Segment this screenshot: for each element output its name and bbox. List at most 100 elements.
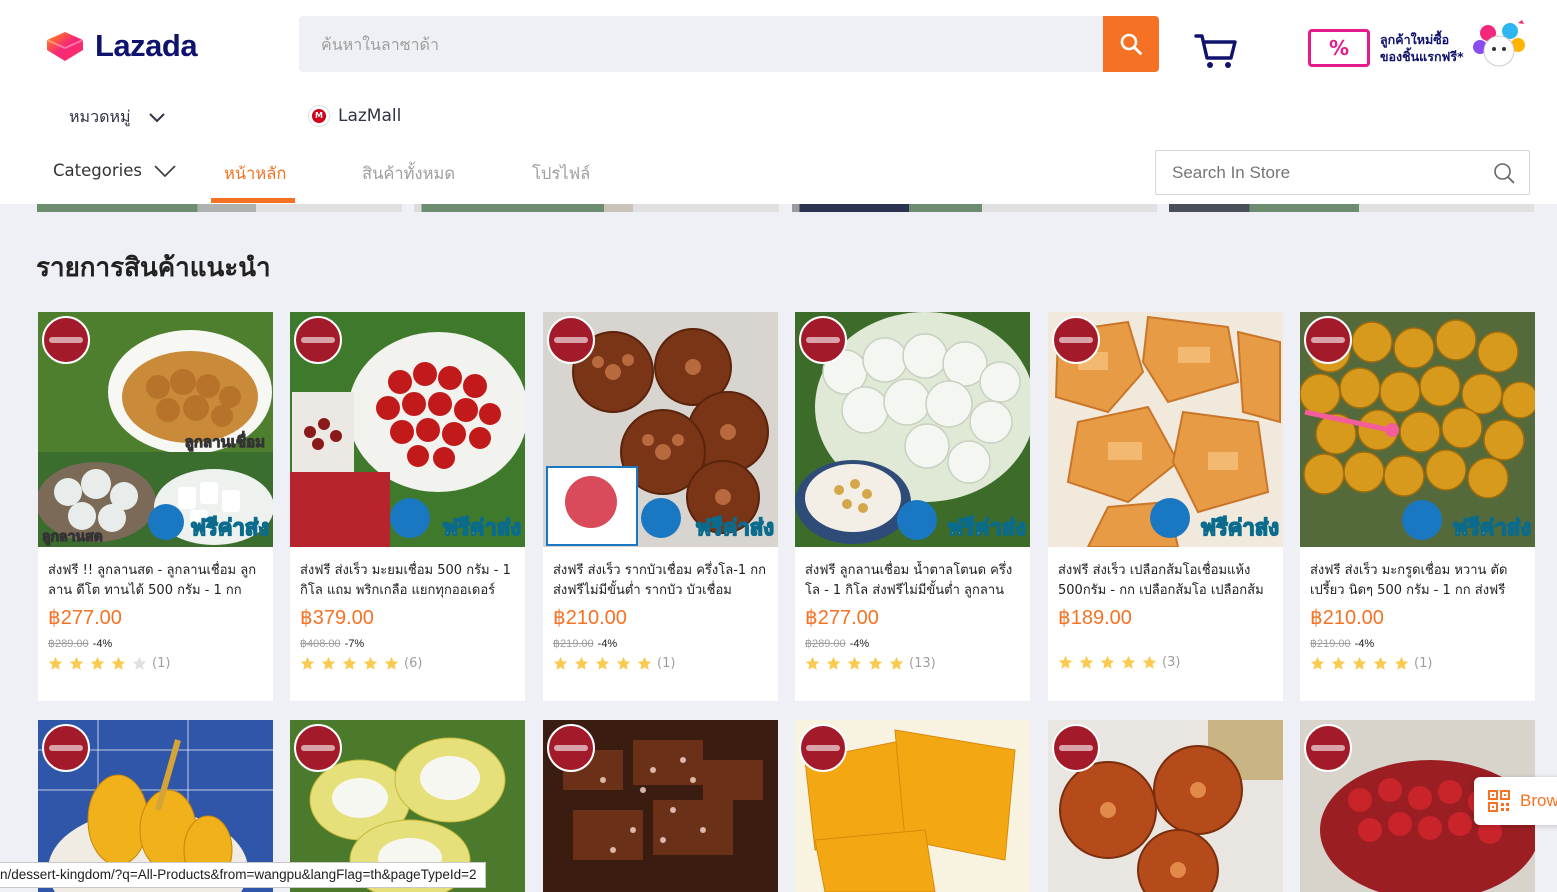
star-icon — [1331, 656, 1346, 670]
shop-logo-badge — [799, 316, 847, 364]
product-card[interactable]: ฟรีค่าส่ง ส่งฟรี ลูกลานเชื่อม น้ำตาลโตนด… — [795, 312, 1030, 701]
product-price: ฿210.00 — [1310, 607, 1384, 629]
original-price-row: ฿408.00 -7% — [300, 637, 515, 650]
original-price-row: ฿219.00 -4% — [1310, 637, 1525, 650]
product-card[interactable]: ฟรีค่าส่ง ส่งฟรี ส่งเร็ว รากบัวเชื่อม คร… — [543, 312, 778, 701]
store-search-field[interactable] — [1155, 150, 1530, 195]
categories-dropdown[interactable]: หมวดหมู่ — [69, 105, 165, 130]
lazmall-link[interactable]: M LazMall — [308, 105, 401, 127]
star-icon — [132, 656, 147, 670]
original-price: ฿289.00 — [48, 638, 89, 650]
product-image[interactable]: ฟรีค่าส่ง — [1048, 312, 1283, 547]
product-price: ฿277.00 — [48, 607, 122, 629]
star-icon — [342, 656, 357, 670]
shop-logo-badge — [1304, 316, 1352, 364]
product-card[interactable] — [795, 720, 1030, 892]
product-card[interactable] — [543, 720, 778, 892]
product-card[interactable]: ฟรีค่าส่ง ส่งฟรี ส่งเร็ว มะกรูดเชื่อม หว… — [1300, 312, 1535, 701]
rating-row: (6) — [300, 656, 515, 671]
image-caption: ลูกลานสด — [42, 529, 104, 546]
shop-logo-text-bar — [49, 745, 83, 751]
chevron-down-icon — [148, 112, 165, 122]
original-price: ฿219.00 — [553, 638, 594, 650]
shop-logo-text-bar — [806, 745, 840, 751]
banner-strip — [1169, 204, 1534, 212]
free-shipping-label: ฟรีค่าส่ง — [1200, 515, 1280, 542]
categories-label: หมวดหมู่ — [69, 107, 131, 126]
tab-profile[interactable]: โปรไฟล์ — [532, 161, 590, 187]
product-price: ฿379.00 — [300, 607, 374, 629]
search-field[interactable] — [299, 16, 1103, 72]
star-icon — [1394, 656, 1409, 670]
product-title[interactable]: ส่งฟรี ส่งเร็ว รากบัวเชื่อม ครึ่งโล-1 กก… — [553, 561, 768, 601]
image-caption: ลูกลานเชื่อม — [184, 433, 265, 452]
shop-logo-badge — [1052, 316, 1100, 364]
discount-percent: -7% — [344, 638, 365, 650]
search-input[interactable] — [299, 16, 1103, 72]
star-icon — [321, 656, 336, 670]
star-rating — [1310, 656, 1409, 671]
product-image[interactable]: ลูกลานเชื่อม ลูกลานสด ฟรีค่าส่ง — [38, 312, 273, 547]
star-icon — [111, 656, 126, 670]
product-title[interactable]: ส่งฟรี ลูกลานเชื่อม น้ำตาลโตนด ครึ่งโล -… — [805, 561, 1020, 601]
product-card[interactable] — [1048, 720, 1283, 892]
shop-logo-badge — [799, 724, 847, 772]
tab-all-products[interactable]: สินค้าทั้งหมด — [362, 161, 455, 187]
shop-logo-text-bar — [1059, 745, 1093, 751]
star-icon — [1058, 655, 1073, 669]
lazada-logo[interactable]: Lazada — [43, 28, 198, 64]
promo-text: ลูกค้าใหม่ซื้อ ของชิ้นแรกฟรี* — [1380, 31, 1470, 65]
product-title[interactable]: ส่งฟรี ส่งเร็ว มะกรูดเชื่อม หวาน ตัดเปรี… — [1310, 561, 1525, 601]
status-bar-url: n/dessert-kingdom/?q=All-Products&from=w… — [0, 862, 486, 888]
discount-percent: -4% — [597, 638, 618, 650]
shop-logo-text-bar — [554, 337, 588, 343]
product-card[interactable]: ฟรีค่าส่ง ส่งฟรี ส่งเร็ว เปลือกส้มโอเชื่… — [1048, 312, 1283, 701]
shop-logo-text-bar — [301, 745, 335, 751]
star-icon — [868, 656, 883, 670]
product-title[interactable]: ส่งฟรี !! ลูกลานสด - ลูกลานเชื่อม ลูกลาน… — [48, 561, 263, 601]
logo-text: Lazada — [95, 28, 198, 63]
tab-home[interactable]: หน้าหลัก — [224, 161, 286, 187]
banner-strip — [792, 204, 1157, 212]
search-button[interactable] — [1103, 16, 1159, 72]
banner-strip — [414, 204, 779, 212]
product-title[interactable]: ส่งฟรี ส่งเร็ว เปลือกส้มโอเชื่อมแห้ง 500… — [1058, 561, 1273, 601]
original-price-row: ฿289.00 -4% — [48, 637, 263, 650]
original-price: ฿289.00 — [805, 638, 846, 650]
new-customer-promo-banner[interactable]: % ลูกค้าใหม่ซื้อ ของชิ้นแรกฟรี* — [1308, 18, 1530, 78]
original-price-row — [1058, 637, 1273, 649]
search-icon[interactable] — [1493, 162, 1515, 184]
product-card[interactable]: ฟรีค่าส่ง ส่งฟรี ส่งเร็ว มะยมเชื่อม 500 … — [290, 312, 525, 701]
star-icon — [363, 656, 378, 670]
original-price: ฿219.00 — [1310, 638, 1351, 650]
cart-icon[interactable] — [1193, 30, 1239, 70]
lazmall-badge-letter: M — [312, 109, 326, 123]
shop-logo-badge — [42, 316, 90, 364]
shop-logo-badge — [1304, 724, 1352, 772]
store-search-input[interactable] — [1156, 151, 1529, 194]
product-image[interactable]: ฟรีค่าส่ง — [543, 312, 778, 547]
review-count: (3) — [1162, 655, 1181, 670]
browse-tab-label: Brow — [1520, 791, 1557, 810]
original-price-row: ฿289.00 -4% — [805, 637, 1020, 650]
shop-logo-text-bar — [806, 337, 840, 343]
star-icon — [826, 656, 841, 670]
store-categories-dropdown[interactable]: Categories — [53, 161, 176, 180]
product-card[interactable]: ลูกลานเชื่อม ลูกลานสด ฟรีค่าส่ง ส่งฟรี !… — [38, 312, 273, 701]
shop-logo-badge — [547, 316, 595, 364]
discount-percent: -4% — [1354, 638, 1375, 650]
qr-code-icon — [1488, 790, 1510, 812]
star-rating — [300, 656, 399, 671]
product-image[interactable]: ฟรีค่าส่ง — [290, 312, 525, 547]
rating-row: (1) — [1310, 656, 1525, 671]
original-price-row: ฿219.00 -4% — [553, 637, 768, 650]
browse-on-app-tab[interactable]: Brow — [1474, 777, 1557, 825]
star-icon — [300, 656, 315, 670]
product-image[interactable]: ฟรีค่าส่ง — [795, 312, 1030, 547]
shop-logo-text-bar — [1059, 337, 1093, 343]
product-title[interactable]: ส่งฟรี ส่งเร็ว มะยมเชื่อม 500 กรัม - 1 ก… — [300, 561, 515, 601]
product-image[interactable]: ฟรีค่าส่ง — [1300, 312, 1535, 547]
rating-row: (13) — [805, 656, 1020, 671]
star-icon — [574, 656, 589, 670]
shop-logo-text-bar — [554, 745, 588, 751]
